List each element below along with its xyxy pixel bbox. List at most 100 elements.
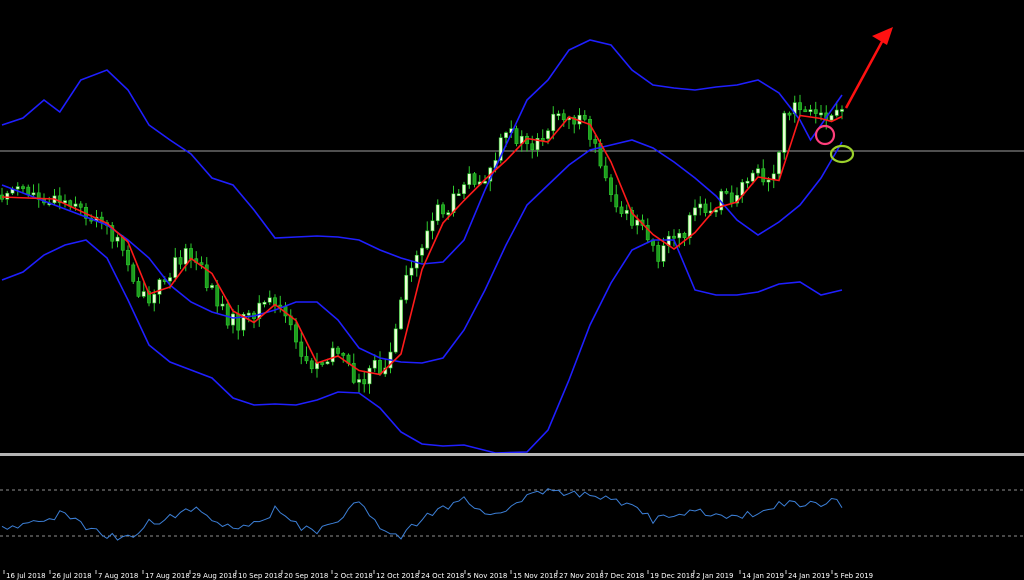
candle-body — [304, 356, 309, 362]
candle-body — [504, 132, 508, 138]
candle-body — [609, 177, 613, 196]
candle-body — [330, 347, 335, 363]
candle-body — [430, 220, 435, 232]
candle-body — [341, 353, 346, 356]
candle-body — [378, 360, 382, 375]
candle-body — [362, 379, 367, 385]
candle-body — [409, 267, 414, 276]
x-axis-date-label: 24 Jan 2019 — [788, 572, 830, 580]
candle-body — [262, 301, 267, 305]
candle-body — [546, 130, 550, 139]
candle-body — [183, 248, 188, 265]
x-axis-date-label: 2 Jan 2019 — [696, 572, 734, 580]
candle-body — [178, 257, 183, 265]
x-axis-date-label: 7 Dec 2018 — [604, 572, 644, 580]
candle-body — [126, 249, 130, 266]
oscillator-line — [1, 488, 843, 541]
candle-body — [420, 247, 424, 256]
candle-body — [357, 379, 361, 383]
candle-body — [462, 184, 466, 195]
candle-body — [446, 212, 451, 215]
candle-body — [687, 214, 692, 238]
candle-body — [813, 109, 818, 114]
candle-body — [309, 360, 314, 370]
candle-body — [840, 109, 844, 112]
candle-body — [551, 113, 556, 132]
x-axis-date-label: 27 Nov 2018 — [559, 572, 604, 580]
candle-body — [661, 245, 666, 262]
candle-body — [530, 143, 535, 151]
candle-body — [635, 219, 640, 226]
candle-body — [157, 279, 162, 295]
candle-body — [435, 204, 440, 222]
candle-body — [619, 206, 624, 214]
candle-body — [21, 186, 25, 189]
x-axis-date-label: 24 Oct 2018 — [421, 572, 464, 580]
candle-body — [624, 209, 629, 214]
candle-body — [404, 274, 409, 301]
candle-body — [78, 203, 83, 208]
candle-body — [603, 165, 608, 179]
candle-body — [210, 285, 214, 288]
candle-body — [441, 204, 445, 215]
candle-body — [672, 235, 676, 239]
red-arrow-shaft — [844, 37, 886, 109]
candle-body — [782, 112, 787, 153]
candle-body — [787, 112, 792, 116]
candle-body — [393, 328, 398, 353]
candle-body — [267, 297, 272, 303]
forex-chart-window: 16 Jul 2018 26 Jul 2018 7 Aug 2018 17 Aug 2… — [0, 0, 1024, 580]
candle-body — [556, 113, 561, 117]
candle-body — [834, 109, 839, 116]
candle-body — [136, 281, 141, 297]
panel-separator — [0, 453, 1024, 456]
candle-body — [745, 180, 750, 184]
candle-body — [220, 303, 225, 307]
x-axis-date-label: 15 Nov 2018 — [513, 572, 558, 580]
candle-body — [26, 186, 31, 195]
x-axis-date-label: 29 Aug 2018 — [192, 572, 237, 580]
x-axis-date-label: 2 Oct 2018 — [334, 572, 373, 580]
x-axis-date-label: 19 Dec 2018 — [650, 572, 695, 580]
candle-body — [456, 193, 461, 197]
candle-body — [246, 312, 251, 316]
candle-body — [299, 341, 304, 357]
candle-body — [294, 324, 298, 343]
pink-highlight-circle — [814, 124, 836, 146]
candle-body — [372, 360, 377, 369]
candle-body — [189, 248, 193, 259]
candle-body — [761, 168, 766, 183]
candle-body — [698, 203, 703, 209]
candle-body — [472, 173, 477, 185]
candle-body — [325, 361, 330, 365]
candle-body — [367, 367, 372, 385]
candle-body — [561, 113, 566, 121]
candle-body — [131, 264, 136, 282]
price-chart: 16 Jul 2018 26 Jul 2018 7 Aug 2018 17 Aug 2… — [0, 27, 1024, 580]
candle-body — [336, 347, 340, 354]
candle-body — [693, 207, 697, 216]
x-axis-date-label: 5 Feb 2019 — [834, 572, 873, 580]
candle-body — [152, 294, 157, 304]
x-axis-date-label: 7 Aug 2018 — [98, 572, 138, 580]
candle-body — [236, 313, 241, 331]
candle-body — [582, 114, 587, 120]
candle-body — [31, 192, 36, 196]
x-axis-date-label: 20 Sep 2018 — [284, 572, 328, 580]
candle-body — [803, 109, 808, 113]
x-axis-date-label: 14 Jan 2019 — [742, 572, 784, 580]
x-axis-date-label: 12 Oct 2018 — [376, 572, 419, 580]
candle-body — [141, 291, 146, 297]
candle-body — [399, 299, 403, 330]
candle-body — [467, 173, 472, 185]
x-axis-date-label: 17 Aug 2018 — [145, 572, 190, 580]
candle-body — [798, 102, 802, 111]
candle-body — [656, 245, 661, 262]
candle-body — [750, 172, 755, 182]
candle-body — [724, 190, 729, 194]
candle-body — [115, 236, 120, 242]
candle-body — [614, 194, 619, 208]
candle-body — [766, 179, 771, 183]
candle-body — [777, 152, 781, 175]
candle-body — [677, 232, 682, 239]
